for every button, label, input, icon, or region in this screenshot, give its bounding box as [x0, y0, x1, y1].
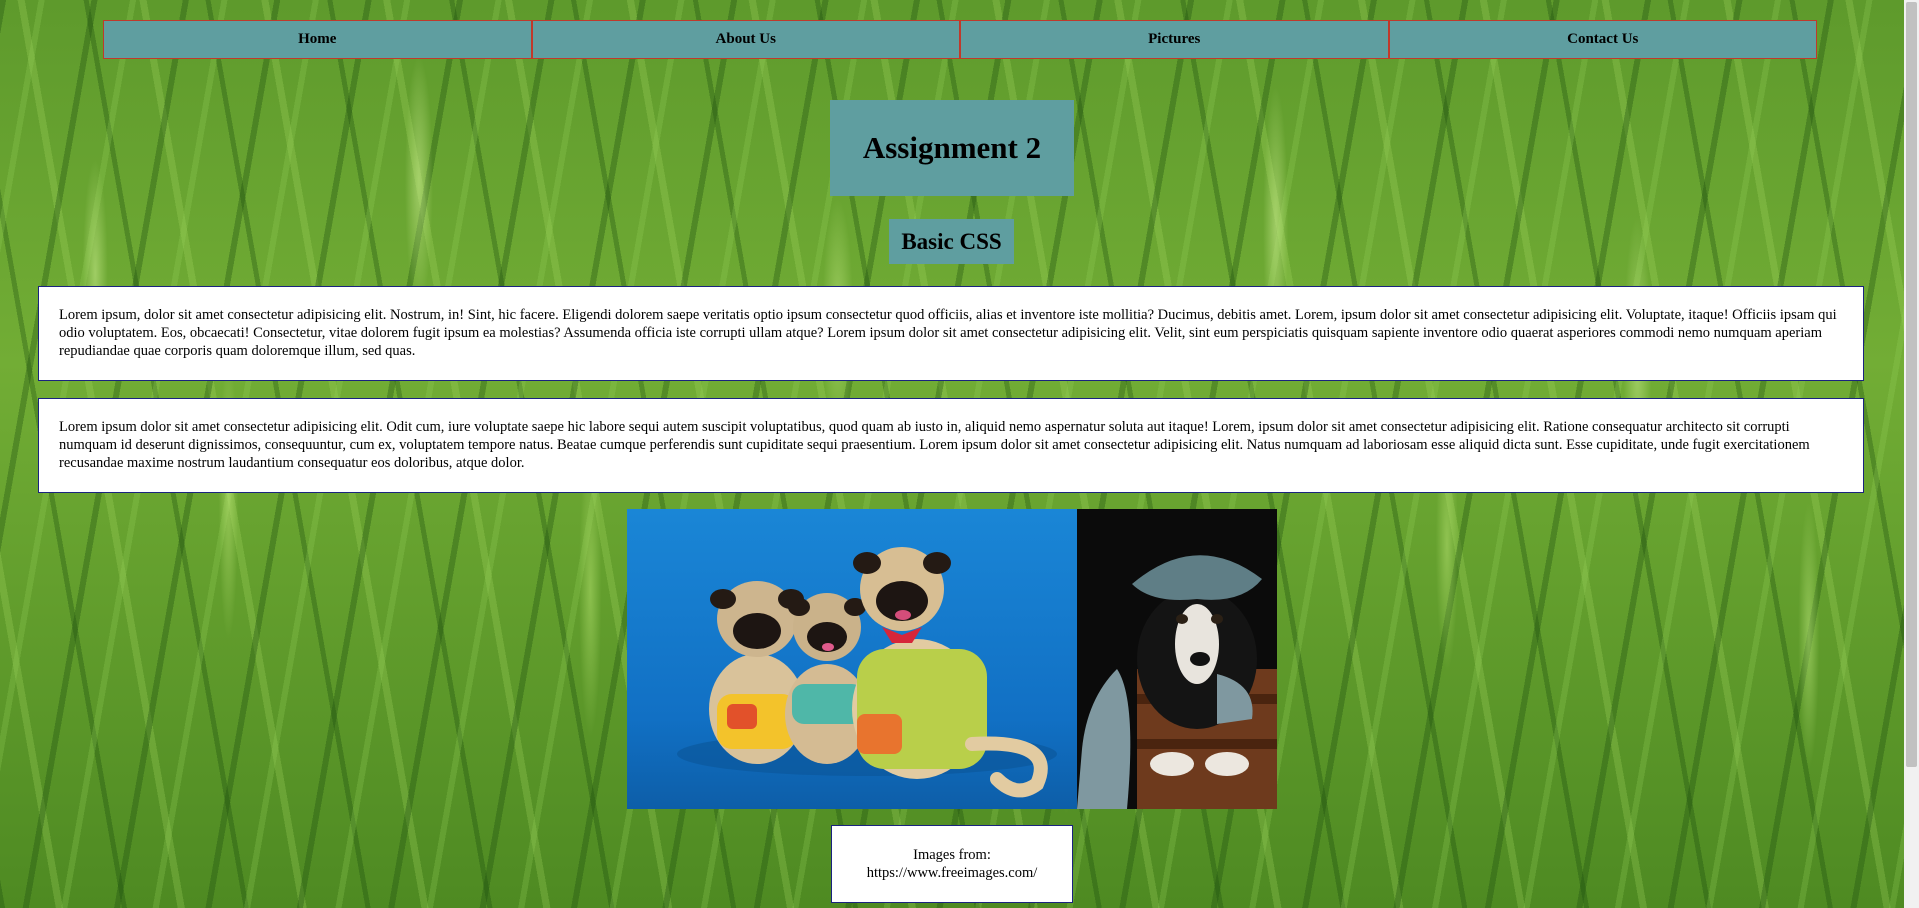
- pugs-photo: [627, 509, 1077, 809]
- image-credit-label: Images from:: [913, 847, 991, 863]
- page: Home About Us Pictures Contact Us Assign…: [0, 0, 1904, 908]
- paragraph-1: Lorem ipsum, dolor sit amet consectetur …: [38, 286, 1864, 381]
- dog-in-hat-photo: [1077, 509, 1277, 809]
- nav-pictures[interactable]: Pictures: [960, 20, 1389, 59]
- image-credit: Images from: https://www.freeimages.com/: [831, 825, 1073, 903]
- image-credit-url: https://www.freeimages.com/: [866, 865, 1038, 881]
- nav-contact-us[interactable]: Contact Us: [1388, 20, 1817, 59]
- nav-about-us[interactable]: About Us: [531, 20, 960, 59]
- page-title: Assignment 2: [830, 100, 1074, 196]
- main-nav: Home About Us Pictures Contact Us: [103, 20, 1817, 59]
- page-subtitle: Basic CSS: [889, 219, 1014, 264]
- scrollbar-thumb[interactable]: [1906, 2, 1917, 767]
- nav-home[interactable]: Home: [103, 20, 532, 59]
- vertical-scrollbar[interactable]: [1904, 0, 1919, 908]
- paragraph-2: Lorem ipsum dolor sit amet consectetur a…: [38, 398, 1864, 493]
